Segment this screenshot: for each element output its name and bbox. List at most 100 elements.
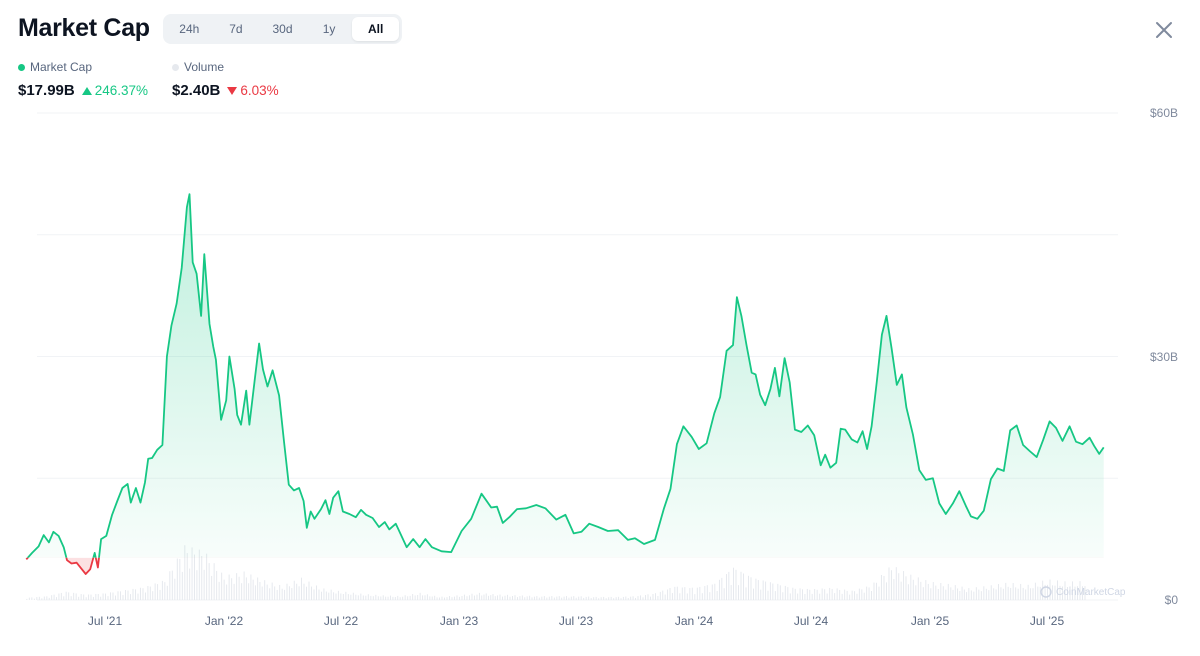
volume-bar — [716, 591, 718, 600]
volume-bar — [762, 580, 764, 600]
volume-bar — [157, 584, 159, 600]
volume-bar — [92, 596, 94, 600]
volume-bar — [370, 595, 372, 600]
volume-bar — [174, 578, 176, 600]
volume-bar — [389, 595, 391, 600]
volume-bar — [211, 575, 213, 600]
volume-bar — [340, 593, 342, 600]
volume-bar — [127, 590, 129, 600]
volume-bar — [851, 590, 853, 600]
volume-bar — [31, 597, 33, 600]
volume-bar — [186, 553, 188, 600]
volume-bar — [849, 594, 851, 600]
volume-bar — [352, 592, 354, 600]
volume-bar — [342, 594, 344, 600]
volume-bar — [957, 588, 959, 600]
volume-bar — [362, 595, 364, 600]
watermark: CoinMarketCap — [1040, 586, 1125, 598]
volume-bar — [674, 586, 676, 600]
x-tick-label: Jul '22 — [323, 614, 359, 628]
tab-1y[interactable]: 1y — [306, 17, 353, 41]
volume-bar — [83, 594, 85, 600]
tab-30d[interactable]: 30d — [259, 17, 306, 41]
x-tick-label: Jul '25 — [1029, 614, 1065, 628]
volume-bar — [533, 596, 535, 600]
volume-bar — [328, 592, 330, 600]
volume-bar — [109, 592, 111, 600]
volume-bar — [959, 590, 961, 600]
x-tick-label: Jul '24 — [793, 614, 829, 628]
volume-bar — [615, 597, 617, 600]
volume-bar — [521, 595, 523, 600]
volume-change-value: 6.03% — [240, 83, 279, 98]
volume-bar — [144, 592, 146, 600]
volume-bar — [382, 595, 384, 600]
volume-bar — [36, 597, 38, 600]
volume-bar — [725, 574, 727, 600]
volume-bar — [752, 588, 754, 600]
volume-bar — [568, 597, 570, 600]
volume-bar — [608, 597, 610, 600]
volume-bar — [73, 592, 75, 600]
tab-7d[interactable]: 7d — [213, 17, 260, 41]
volume-bar — [226, 584, 228, 600]
volume-bar — [90, 594, 92, 600]
volume-bar — [723, 588, 725, 600]
volume-bar — [259, 581, 261, 600]
volume-bar — [526, 596, 528, 600]
volume-bar — [112, 592, 114, 600]
legend-volume[interactable]: Volume $2.40B 6.03% — [172, 60, 279, 99]
volume-bar — [417, 595, 419, 600]
volume-bar — [105, 593, 106, 600]
volume-bar — [750, 577, 752, 600]
volume-bar — [757, 580, 759, 600]
volume-bar — [306, 586, 308, 600]
volume-bar — [252, 579, 254, 600]
volume-bar — [231, 578, 233, 600]
volume-bar — [422, 595, 424, 600]
volume-bar — [556, 596, 558, 600]
volume-bar — [937, 588, 939, 600]
volume-bar — [461, 595, 463, 600]
volume-bar — [286, 583, 288, 600]
volume-bar — [531, 597, 533, 600]
volume-bar — [517, 597, 519, 600]
volume-bar — [947, 583, 949, 600]
x-tick-label: Jan '22 — [204, 614, 244, 628]
volume-bar — [925, 580, 927, 600]
tab-all[interactable]: All — [352, 17, 399, 41]
volume-bar — [593, 597, 595, 600]
volume-bar — [149, 586, 151, 600]
volume-bar — [652, 594, 654, 600]
volume-bar — [80, 594, 82, 600]
volume-bar — [580, 596, 582, 600]
volume-bar — [507, 594, 509, 600]
volume-bar — [841, 593, 843, 600]
volume-bar — [193, 554, 195, 600]
volume-bar — [595, 596, 597, 600]
x-tick-label: Jul '21 — [87, 614, 123, 628]
volume-bar — [129, 594, 131, 600]
volume-bar — [409, 595, 411, 600]
volume-bar — [765, 581, 767, 600]
volume-bar — [238, 576, 240, 600]
volume-bar — [561, 597, 563, 600]
volume-bar — [985, 588, 987, 600]
legend-market-cap[interactable]: Market Cap $17.99B 246.37% — [18, 60, 148, 99]
volume-bar — [320, 591, 322, 600]
volume-bar — [546, 597, 548, 600]
volume-bar — [446, 597, 448, 600]
volume-bar — [490, 595, 492, 600]
volume-bar — [315, 585, 317, 600]
volume-bar — [930, 588, 932, 600]
volume-bar — [978, 589, 980, 600]
close-button[interactable] — [1152, 18, 1176, 42]
tab-24h[interactable]: 24h — [166, 17, 213, 41]
volume-bar — [733, 567, 734, 600]
volume-bar — [394, 596, 396, 600]
volume-bar — [1015, 587, 1017, 600]
volume-bar — [119, 591, 121, 600]
volume-bar — [970, 590, 972, 600]
volume-bar — [742, 573, 744, 600]
volume-bar — [345, 591, 347, 600]
